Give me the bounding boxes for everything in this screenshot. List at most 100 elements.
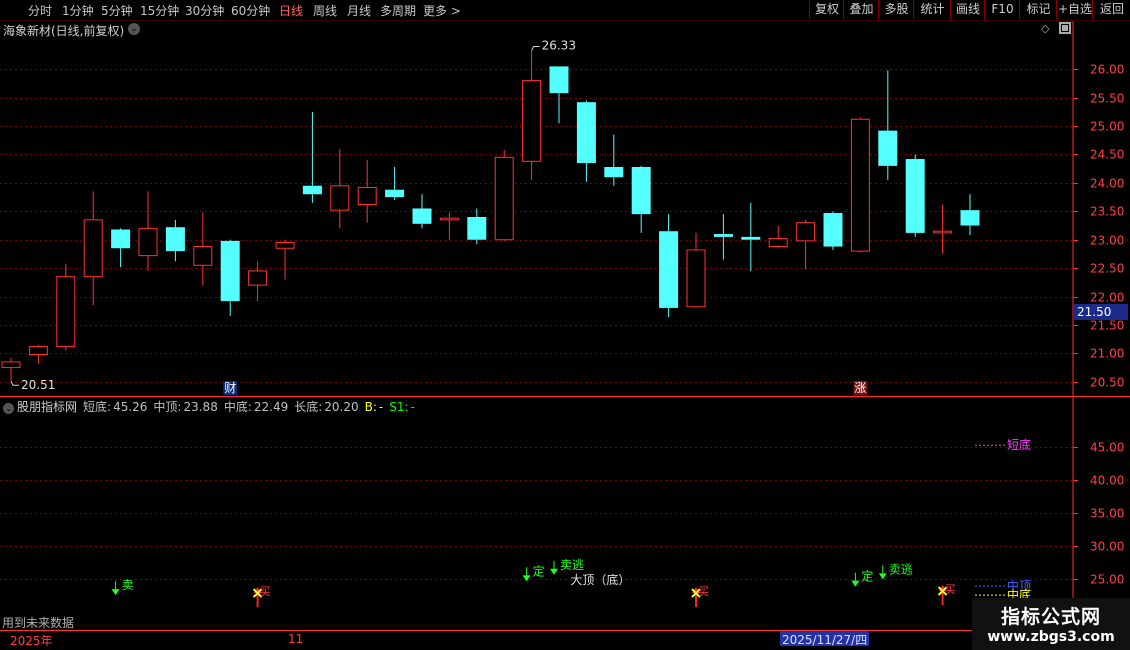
indicator-tick-label: 30.00: [1090, 540, 1124, 554]
period-tab-5[interactable]: 60分钟: [231, 2, 270, 19]
indicator-line-0: 短底: [975, 437, 1031, 452]
price-tick-label: 20.50: [1090, 376, 1124, 390]
candle: [28, 344, 48, 364]
price-annotation: 26.33: [531, 39, 576, 53]
price-tick-label: 23.50: [1090, 205, 1124, 219]
period-tab-6[interactable]: 日线: [279, 2, 303, 19]
candle: [1, 357, 21, 382]
price-tick-label: 22.00: [1090, 291, 1124, 305]
period-tab-7[interactable]: 周线: [313, 2, 337, 19]
period-tab-0[interactable]: 分时: [28, 2, 52, 19]
toolbar-button-7[interactable]: +自选: [1056, 0, 1093, 19]
candle-body-up: [330, 185, 350, 211]
chevron-down-icon[interactable]: ⌄: [3, 403, 14, 414]
watermark-url: www.zbgs3.com: [987, 629, 1115, 645]
watermark-title: 指标公式网: [1000, 606, 1101, 628]
signal-buy: 买: [252, 585, 271, 608]
candle-body-down: [165, 227, 185, 252]
restore-window-icon[interactable]: [1059, 22, 1071, 34]
candle-body-down: [631, 166, 651, 215]
candle-body-down: [220, 240, 240, 302]
candle-body-down: [713, 234, 733, 237]
top-bottom-annotation: 大顶（底）: [570, 572, 630, 587]
sell-arrow-head: [550, 568, 558, 575]
candle-body-up: [83, 219, 103, 278]
candle-body-down: [111, 229, 131, 249]
period-tab-8[interactable]: 月线: [347, 2, 371, 19]
chart-canvas[interactable]: 20.5126.33财涨 20.5021.0021.5022.0022.5023…: [0, 0, 1130, 650]
period-tab-3[interactable]: 15分钟: [140, 2, 179, 19]
date-cursor-label: 2025/11/27/四: [780, 631, 870, 647]
candle-body-down: [905, 159, 925, 233]
sell-arrow-head: [522, 575, 531, 582]
period-tab-4[interactable]: 30分钟: [185, 2, 224, 19]
candle: [960, 194, 980, 236]
toolbar-button-0[interactable]: 复权: [809, 0, 844, 19]
annotation-label: 20.51: [21, 378, 55, 392]
candle-body-up: [439, 217, 459, 221]
candle-body-down: [659, 231, 679, 308]
candle: [713, 214, 733, 260]
toolbar-button-8[interactable]: 返回: [1092, 0, 1130, 19]
toolbar-button-4[interactable]: 画线: [950, 0, 985, 19]
candle-body-up: [686, 249, 706, 308]
diamond-icon[interactable]: ◇: [1041, 22, 1049, 35]
period-tab-9[interactable]: 多周期: [380, 2, 416, 19]
signal-sell: 卖逃: [878, 562, 913, 580]
toolbar-button-3[interactable]: 统计: [913, 0, 951, 19]
candle-body-up: [56, 276, 76, 348]
candle: [741, 202, 761, 271]
period-tab-1[interactable]: 1分钟: [62, 2, 94, 19]
candle-body-down: [741, 236, 761, 240]
candle: [330, 148, 350, 229]
watermark-logo: 指标公式网 www.zbgs3.com: [972, 598, 1130, 650]
candle: [111, 228, 131, 268]
candle: [823, 211, 843, 250]
signal-buy: 买: [691, 585, 709, 608]
sell-arrow-head: [111, 589, 120, 596]
candle-body-up: [768, 238, 788, 248]
signal-label: 定: [861, 569, 873, 584]
candle-body-up: [850, 118, 870, 252]
price-tick-label: 21.50: [1090, 319, 1124, 333]
candlestick-series: 20.51 26.33 财 涨: [1, 39, 980, 395]
toolbar-button-6[interactable]: 标记: [1019, 0, 1057, 19]
stock-title[interactable]: 海象新材(日线,前复权): [3, 22, 124, 39]
candle: [850, 117, 870, 253]
indicator-value-5: S1: -: [389, 400, 415, 414]
sell-arrow-head: [878, 573, 887, 580]
candle: [878, 70, 898, 181]
candle: [357, 160, 377, 223]
candle: [220, 239, 240, 316]
candle: [768, 225, 788, 249]
price-tick-label: 22.50: [1090, 262, 1124, 276]
sell-arrow-head: [851, 580, 860, 587]
price-tick-label: 23.00: [1090, 234, 1124, 248]
signal-sell: 卖: [111, 578, 134, 596]
indicator-panel: 短底中顶中底卖 买定 卖逃买定卖逃买大顶（底）: [111, 437, 1031, 608]
indicator-value-label: 中底:: [223, 400, 252, 414]
marker-label: 财: [224, 381, 236, 395]
price-tick-label: 25.50: [1090, 92, 1124, 106]
candle-body-up: [28, 346, 48, 356]
indicator-value-number: 23.88: [183, 400, 218, 414]
toolbar-button-5[interactable]: F10: [984, 0, 1020, 19]
indicator-value-2: 中底: 22.49: [224, 400, 288, 414]
candle-body-up: [494, 156, 514, 241]
chevron-down-icon[interactable]: ⌄: [128, 23, 140, 35]
indicator-title[interactable]: 股朋指标网: [17, 400, 77, 414]
indicator-value-1: 中顶: 23.88: [153, 400, 217, 414]
candle: [56, 263, 76, 351]
indicator-header: ⌄ 股朋指标网 短底: 45.26 中顶: 23.88 中底: 22.49 长底: 20.20 B:…: [0, 398, 421, 414]
toolbar-button-2[interactable]: 多股: [878, 0, 914, 19]
indicator-value-number: -: [410, 400, 415, 414]
last-price-tag: 21.50: [1074, 304, 1128, 320]
candle-body-up: [193, 246, 213, 266]
period-tab-10[interactable]: 更多 >: [423, 2, 461, 19]
candle-body-up: [522, 80, 542, 162]
price-axis: 20.50 21.00 21.50 22.00 22.50 23.00 23.50 24.00…: [1073, 63, 1124, 587]
candle: [138, 191, 158, 271]
toolbar-button-1[interactable]: 叠加: [843, 0, 879, 19]
indicator-value-number: 20.20: [324, 400, 359, 414]
period-tab-2[interactable]: 5分钟: [101, 2, 133, 19]
